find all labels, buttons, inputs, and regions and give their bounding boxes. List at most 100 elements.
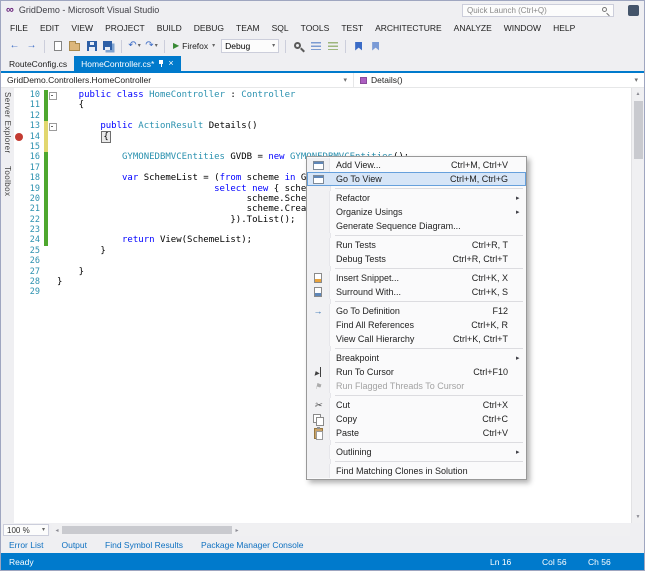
- start-debug-icon: ▶: [173, 42, 179, 50]
- vs-window: ∞ GridDemo - Microsoft Visual Studio Qui…: [0, 0, 645, 571]
- scroll-left-icon[interactable]: ◂: [52, 527, 62, 534]
- tabstrip: RouteConfig.csHomeController.cs*×: [1, 56, 644, 73]
- menu-analyze[interactable]: ANALYZE: [448, 23, 498, 33]
- menu-help[interactable]: HELP: [547, 23, 581, 33]
- code-text: }: [57, 267, 84, 277]
- toolbar: ←→ ↶▾↷▾ ▶Firefox▾ Debug▾: [1, 36, 644, 56]
- comment-icon[interactable]: [308, 38, 323, 54]
- vertical-scroll-thumb[interactable]: [634, 101, 643, 159]
- menu-item-cut[interactable]: CutCtrl+X: [307, 398, 526, 412]
- panel-tab-output[interactable]: Output: [61, 540, 87, 550]
- vertical-scrollbar[interactable]: ▲ ▼: [631, 88, 644, 523]
- menu-item-generate-sequence-diagram[interactable]: Generate Sequence Diagram...: [307, 219, 526, 233]
- menu-item-breakpoint[interactable]: Breakpoint▸: [307, 351, 526, 365]
- code-text: {: [57, 132, 111, 142]
- collapse-icon[interactable]: [48, 121, 57, 131]
- menu-file[interactable]: FILE: [4, 23, 34, 33]
- code-line[interactable]: 12: [14, 111, 631, 121]
- side-tab-server-explorer[interactable]: Server Explorer: [3, 92, 12, 154]
- breadcrumb: GridDemo.Controllers.HomeController ▾ De…: [1, 73, 644, 88]
- scroll-down-icon[interactable]: ▼: [632, 514, 644, 520]
- menu-window[interactable]: WINDOW: [498, 23, 547, 33]
- menu-item-surround-with[interactable]: Surround With...Ctrl+K, S: [307, 285, 526, 299]
- menu-item-find-matching-clones-in-solution[interactable]: Find Matching Clones in Solution: [307, 464, 526, 478]
- scroll-right-icon[interactable]: ▸: [232, 527, 242, 534]
- search-icon: [602, 7, 607, 12]
- menu-item-insert-snippet[interactable]: Insert Snippet...Ctrl+K, X: [307, 271, 526, 285]
- menu-view[interactable]: VIEW: [65, 23, 99, 33]
- code-line[interactable]: 13public ActionResult Details(): [14, 121, 631, 131]
- menu-team[interactable]: TEAM: [230, 23, 266, 33]
- collapse-icon[interactable]: [48, 90, 57, 100]
- outline-margin: [48, 194, 57, 204]
- code-line[interactable]: 14{: [14, 132, 631, 142]
- undo-icon[interactable]: ↶▾: [127, 38, 142, 54]
- menu-item-outlining[interactable]: Outlining▸: [307, 445, 526, 459]
- nav-forward-icon[interactable]: →: [24, 38, 39, 54]
- save-icon[interactable]: [84, 38, 99, 54]
- next-bookmark-icon[interactable]: [368, 38, 383, 54]
- menu-tools[interactable]: TOOLS: [295, 23, 336, 33]
- menu-test[interactable]: TEST: [335, 23, 369, 33]
- menu-sql[interactable]: SQL: [266, 23, 295, 33]
- nav-back-icon[interactable]: ←: [7, 38, 22, 54]
- menu-item-copy[interactable]: CopyCtrl+C: [307, 412, 526, 426]
- menu-item-go-to-definition[interactable]: Go To DefinitionF12: [307, 304, 526, 318]
- code-line[interactable]: 11{: [14, 100, 631, 110]
- menu-project[interactable]: PROJECT: [99, 23, 151, 33]
- pin-icon[interactable]: [158, 59, 164, 68]
- menu-item-add-view[interactable]: Add View...Ctrl+M, Ctrl+V: [307, 158, 526, 172]
- quick-launch-input[interactable]: Quick Launch (Ctrl+Q): [462, 4, 614, 17]
- menu-item-paste[interactable]: PasteCtrl+V: [307, 426, 526, 440]
- horizontal-scrollbar[interactable]: ◂ ▸: [52, 524, 630, 536]
- tab-routeconfig-cs[interactable]: RouteConfig.cs: [2, 56, 74, 71]
- code-line[interactable]: 15: [14, 142, 631, 152]
- menu-item-refactor[interactable]: Refactor▸: [307, 191, 526, 205]
- line-number: 19: [24, 184, 44, 194]
- menu-build[interactable]: BUILD: [151, 23, 188, 33]
- breadcrumb-scope[interactable]: GridDemo.Controllers.HomeController ▾: [1, 73, 353, 87]
- outline-margin: [48, 204, 57, 214]
- configuration-combo[interactable]: Debug▾: [221, 39, 279, 53]
- menu-edit[interactable]: EDIT: [34, 23, 65, 33]
- start-debug-button[interactable]: ▶Firefox▾: [173, 41, 215, 51]
- menu-item-organize-usings[interactable]: Organize Usings▸: [307, 205, 526, 219]
- bookmark-icon[interactable]: [351, 38, 366, 54]
- insert-snippet-icon: [307, 271, 330, 285]
- line-number: 21: [24, 204, 44, 214]
- copy-icon: [307, 412, 330, 426]
- line-number: 18: [24, 173, 44, 183]
- panel-tab-package-manager-console[interactable]: Package Manager Console: [201, 540, 304, 550]
- side-tab-toolbox[interactable]: Toolbox: [3, 166, 12, 196]
- tab-homecontroller-cs[interactable]: HomeController.cs*×: [74, 56, 181, 71]
- redo-icon[interactable]: ↷▾: [144, 38, 159, 54]
- panel-tabs: Error List Output Find Symbol Results Packa…: [1, 537, 644, 553]
- menu-item-run-tests[interactable]: Run TestsCtrl+R, T: [307, 238, 526, 252]
- go-to-view-icon: [307, 172, 330, 186]
- window-title: GridDemo - Microsoft Visual Studio: [19, 5, 159, 15]
- open-file-icon[interactable]: [67, 38, 82, 54]
- menu-debug[interactable]: DEBUG: [188, 23, 230, 33]
- code-line[interactable]: 10public class HomeController : Controll…: [14, 90, 631, 100]
- menu-icon-column: [307, 219, 330, 233]
- find-in-files-icon[interactable]: [291, 38, 306, 54]
- feedback-icon[interactable]: [628, 5, 639, 16]
- menu-architecture[interactable]: ARCHITECTURE: [369, 23, 448, 33]
- panel-tab-error-list[interactable]: Error List: [9, 540, 43, 550]
- breadcrumb-member[interactable]: Details() ▾: [354, 73, 644, 87]
- close-icon[interactable]: ×: [168, 59, 173, 68]
- horizontal-scroll-thumb[interactable]: [62, 526, 232, 534]
- panel-tab-find-symbol-results[interactable]: Find Symbol Results: [105, 540, 183, 550]
- line-number: 16: [24, 152, 44, 162]
- toolbar-separator: [164, 40, 165, 53]
- new-file-icon[interactable]: [50, 38, 65, 54]
- menu-item-run-to-cursor[interactable]: Run To CursorCtrl+F10: [307, 365, 526, 379]
- menu-item-debug-tests[interactable]: Debug TestsCtrl+R, Ctrl+T: [307, 252, 526, 266]
- scroll-up-icon[interactable]: ▲: [632, 91, 644, 97]
- menu-item-find-all-references[interactable]: Find All ReferencesCtrl+K, R: [307, 318, 526, 332]
- save-all-icon[interactable]: [101, 38, 116, 54]
- zoom-combo[interactable]: 100 % ▾: [3, 524, 49, 536]
- menu-item-go-to-view[interactable]: Go To ViewCtrl+M, Ctrl+G: [307, 172, 526, 186]
- uncomment-icon[interactable]: [325, 38, 340, 54]
- menu-item-view-call-hierarchy[interactable]: View Call HierarchyCtrl+K, Ctrl+T: [307, 332, 526, 346]
